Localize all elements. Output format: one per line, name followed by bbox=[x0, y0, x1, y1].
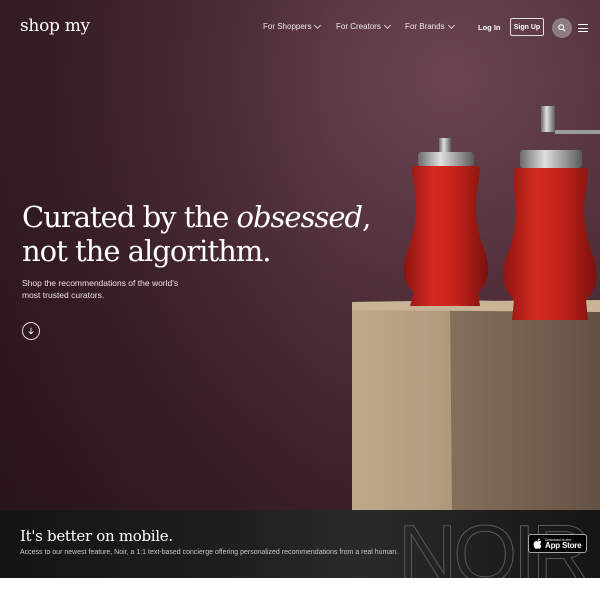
chevron-down-icon bbox=[383, 21, 391, 29]
hamburger-menu-icon[interactable] bbox=[578, 24, 588, 32]
scroll-down-button[interactable] bbox=[22, 322, 40, 340]
nav-for-creators[interactable]: For Creators bbox=[336, 21, 391, 31]
headline-line2: not the algorithm. bbox=[22, 234, 271, 268]
logo[interactable]: shop my bbox=[20, 16, 90, 36]
nav-label: For Creators bbox=[336, 22, 381, 31]
arrow-down-circle-icon bbox=[28, 327, 34, 335]
mobile-banner: NOIR It's better on mobile. Access to ou… bbox=[0, 510, 600, 578]
login-link[interactable]: Log In bbox=[478, 23, 501, 32]
app-store-button[interactable]: Download on the App Store bbox=[528, 534, 587, 553]
headline-emphasis: obsessed bbox=[236, 200, 364, 234]
app-store-text: Download on the App Store bbox=[545, 538, 582, 550]
chevron-down-icon bbox=[447, 21, 455, 29]
hero-section: shop my For Shoppers For Creators For Br… bbox=[0, 0, 600, 510]
app-store-line2: App Store bbox=[545, 540, 582, 550]
hero-headline: Curated by the obsessed, not the algorit… bbox=[22, 200, 371, 268]
nav-for-brands[interactable]: For Brands bbox=[405, 21, 455, 31]
headline-text: Curated by the bbox=[22, 200, 237, 234]
search-icon bbox=[558, 24, 566, 32]
banner-subtitle: Access to our newest feature, Noir, a 1:… bbox=[20, 549, 399, 556]
signup-button[interactable]: Sign Up bbox=[510, 18, 544, 36]
nav-label: For Brands bbox=[405, 22, 445, 31]
hero-subtext: Shop the recommendations of the world's … bbox=[22, 278, 179, 300]
apple-icon bbox=[533, 538, 542, 549]
search-button[interactable] bbox=[552, 18, 572, 38]
nav-label: For Shoppers bbox=[263, 22, 312, 31]
banner-title: It's better on mobile. bbox=[20, 527, 173, 545]
headline-comma: , bbox=[362, 200, 371, 234]
nav-for-shoppers[interactable]: For Shoppers bbox=[263, 21, 322, 31]
chevron-down-icon bbox=[314, 21, 322, 29]
